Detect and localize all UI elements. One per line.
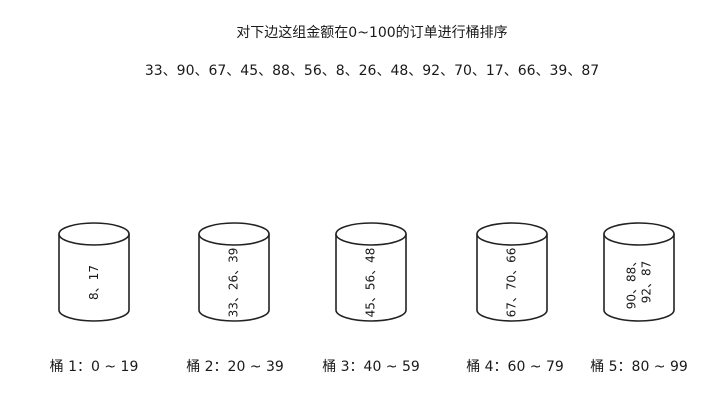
bucket-1: 8、17	[58, 222, 130, 322]
diagram-title: 对下边这组金额在0~100的订单进行桶排序	[236, 25, 508, 41]
bucket-2-contents: 33、26、39	[226, 247, 241, 317]
bucket-3-contents: 45、56、48	[363, 247, 378, 317]
bucket-5-contents-line-2: 92、87	[638, 260, 653, 304]
bucket-3-label: 桶 3：40 ~ 59	[322, 359, 420, 375]
bucket-2: 33、26、39	[198, 222, 270, 322]
bucket-4: 67、70、66	[476, 222, 548, 322]
bucket-4-contents: 67、70、66	[504, 247, 519, 317]
bucket-5-label: 桶 5：80 ~ 99	[590, 359, 688, 375]
bucket-5-contents-line-1: 90、88、	[623, 254, 638, 310]
bucket-2-label: 桶 2：20 ~ 39	[186, 359, 284, 375]
order-amount-sequence: 33、90、67、45、88、56、8、26、48、92、70、17、66、39…	[144, 63, 600, 79]
bucket-1-label: 桶 1：0 ~ 19	[49, 359, 139, 375]
bucket-5: 90、88、 92、87	[603, 222, 675, 322]
bucket-1-contents: 8、17	[86, 264, 101, 300]
bucket-3: 45、56、48	[335, 222, 407, 322]
bucket-4-label: 桶 4：60 ~ 79	[466, 359, 564, 375]
